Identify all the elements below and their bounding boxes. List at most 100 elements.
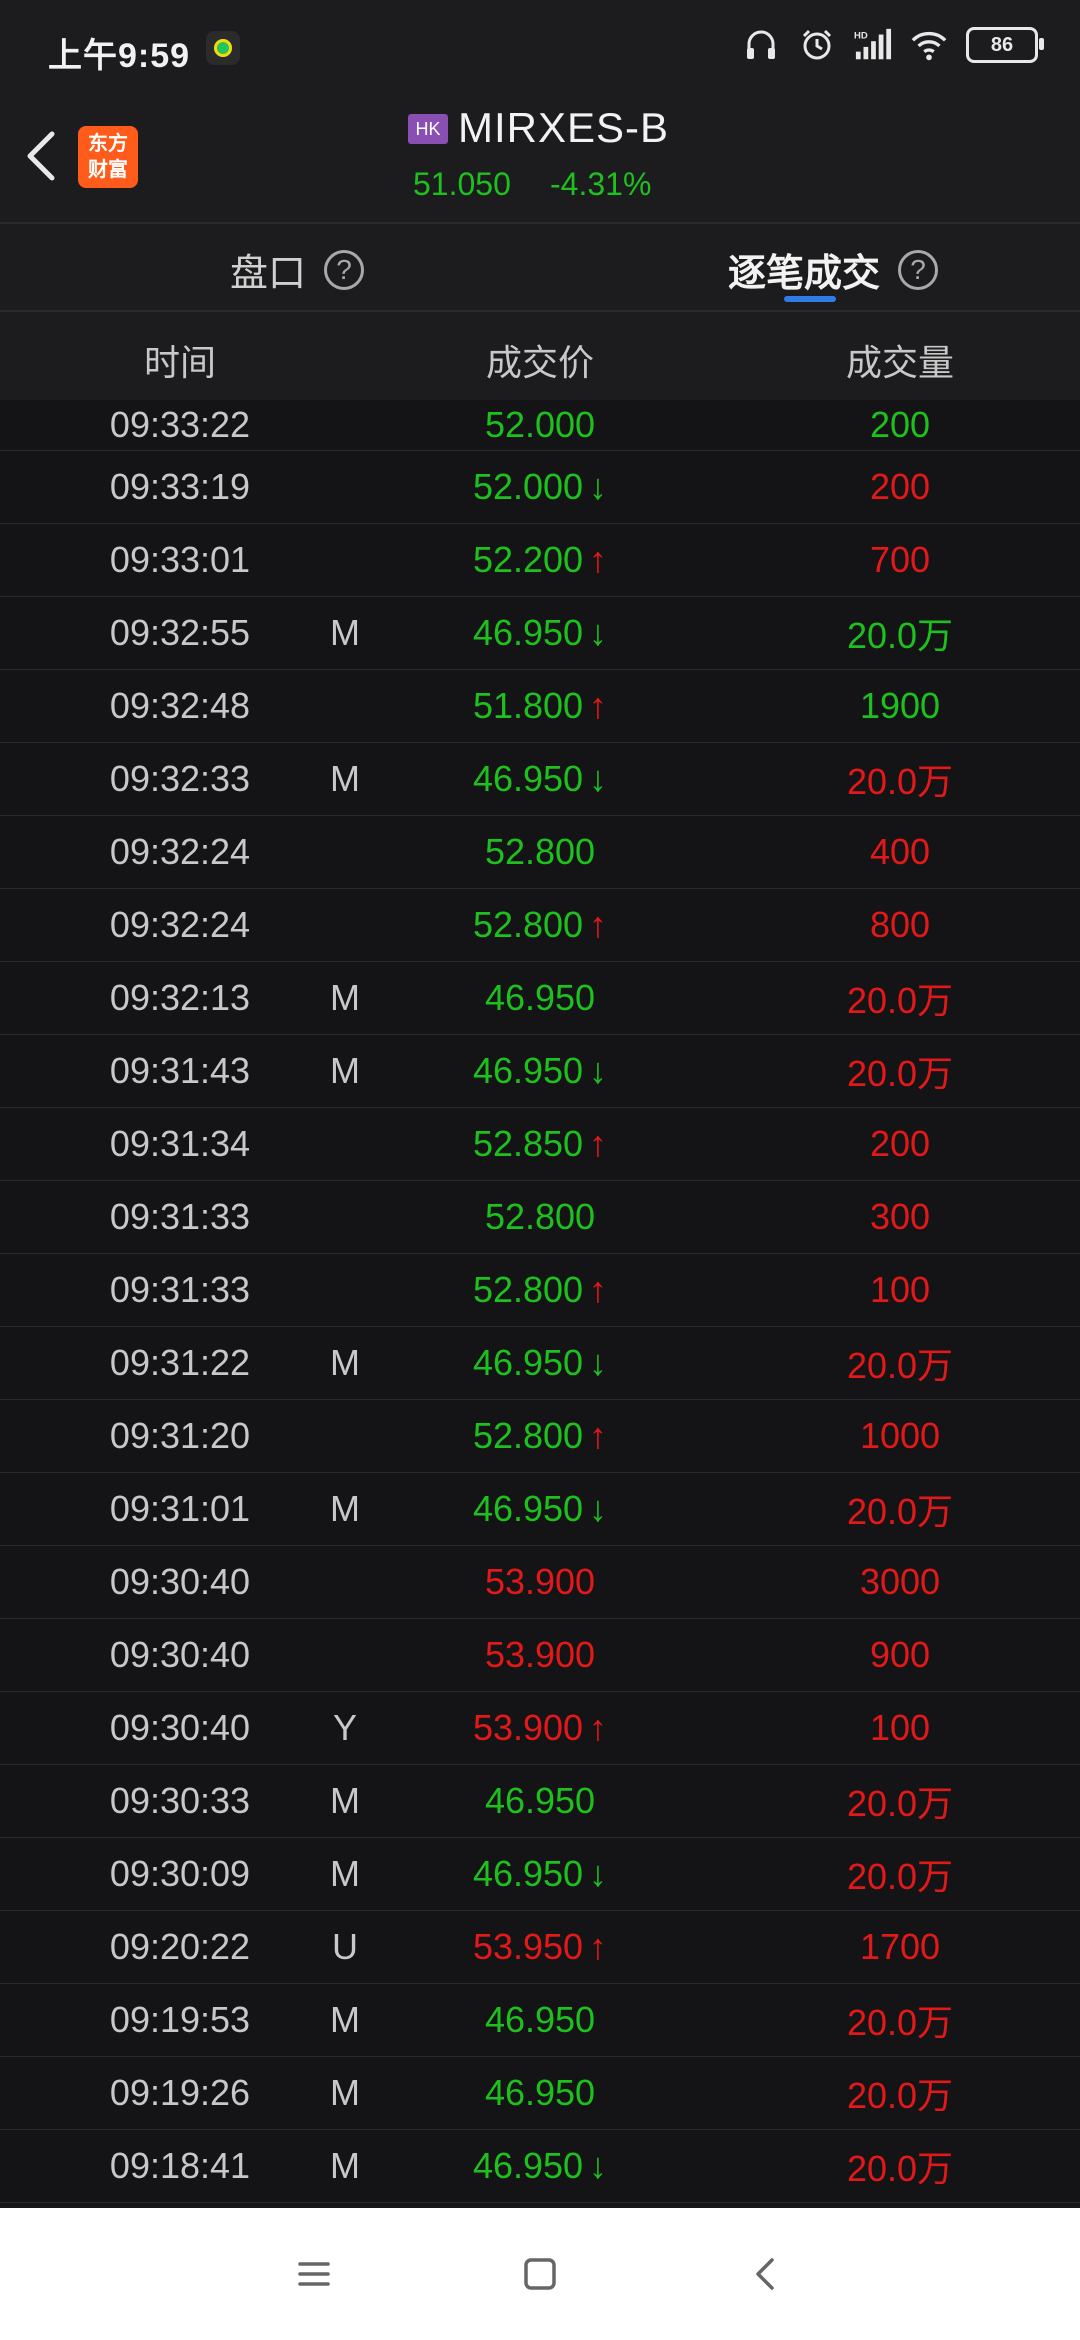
trade-row[interactable]: 09:30:09 M 46.950 ↓ 20.0万 bbox=[0, 1838, 1080, 1911]
column-header-volume: 成交量 bbox=[845, 342, 954, 383]
screen: 上午9:59 HD 86 东方 财富 HK MIRXES-B 51.050 -4… bbox=[0, 0, 1080, 2340]
trade-row[interactable]: 09:32:24 52.800 400 bbox=[0, 816, 1080, 889]
trade-flag bbox=[310, 1546, 380, 1618]
chevron-left-icon bbox=[27, 131, 55, 181]
trade-price: 46.950 bbox=[484, 977, 596, 1018]
trade-price-cell: 52.800 ↑ bbox=[390, 1254, 690, 1326]
trade-row[interactable]: 09:31:20 52.800 ↑ 1000 bbox=[0, 1400, 1080, 1473]
logo-line-2: 财富 bbox=[88, 159, 128, 181]
trade-price: 52.800 bbox=[484, 1196, 596, 1237]
trade-volume: 20.0万 bbox=[846, 980, 954, 1021]
logo-line-1: 东方 bbox=[88, 133, 128, 155]
trade-price-cell: 46.950 ↓ bbox=[390, 2130, 690, 2202]
trade-price-cell: 52.200 ↑ bbox=[390, 524, 690, 596]
trade-price-cell: 46.950 ↓ bbox=[390, 1035, 690, 1107]
trade-price-cell: 46.950 ↓ bbox=[390, 1327, 690, 1399]
trade-row[interactable]: 09:31:22 M 46.950 ↓ 20.0万 bbox=[0, 1327, 1080, 1400]
trade-row[interactable]: 09:30:40 53.900 3000 bbox=[0, 1546, 1080, 1619]
trade-row[interactable]: 09:32:55 M 46.950 ↓ 20.0万 bbox=[0, 597, 1080, 670]
trade-list[interactable]: 09:33:22 52.000 200 09:33:19 52.000 ↓ 200 09:33… bbox=[0, 400, 1080, 2208]
trade-volume: 200 bbox=[869, 466, 931, 507]
arrow-up-icon: ↑ bbox=[589, 685, 608, 726]
trade-time: 09:19:26 bbox=[109, 2072, 251, 2113]
trade-time: 09:31:43 bbox=[109, 1050, 251, 1091]
trade-price-cell: 46.950 ↓ bbox=[390, 1838, 690, 1910]
trade-row[interactable]: 09:33:19 52.000 ↓ 200 bbox=[0, 451, 1080, 524]
help-icon[interactable]: ? bbox=[898, 249, 939, 290]
trade-time: 09:30:33 bbox=[109, 1780, 251, 1821]
market-badge: HK bbox=[408, 114, 448, 144]
help-icon[interactable]: ? bbox=[324, 249, 365, 290]
trade-volume: 700 bbox=[869, 539, 931, 580]
trade-volume: 20.0万 bbox=[846, 615, 954, 656]
trade-volume: 20.0万 bbox=[846, 1491, 954, 1532]
trade-row[interactable]: 09:31:33 52.800 300 bbox=[0, 1181, 1080, 1254]
battery-icon: 86 bbox=[966, 27, 1044, 63]
trade-price: 53.900 bbox=[472, 1707, 584, 1748]
trade-row[interactable]: 09:30:40 53.900 900 bbox=[0, 1619, 1080, 1692]
trade-flag: U bbox=[332, 1926, 358, 1967]
arrow-up-icon: ↑ bbox=[589, 1269, 608, 1310]
tab-tick-trades[interactable]: 逐笔成交 ? bbox=[728, 242, 939, 297]
trade-flag bbox=[310, 524, 380, 596]
trade-flag bbox=[310, 816, 380, 888]
trade-row[interactable]: 09:33:01 52.200 ↑ 700 bbox=[0, 524, 1080, 597]
trade-row[interactable]: 09:31:34 52.850 ↑ 200 bbox=[0, 1108, 1080, 1181]
trade-price-cell: 52.800 bbox=[390, 816, 690, 888]
trade-row[interactable]: 09:32:24 52.800 ↑ 800 bbox=[0, 889, 1080, 962]
stock-title: MIRXES-B bbox=[458, 104, 670, 151]
trade-flag: M bbox=[330, 758, 360, 799]
trade-row[interactable]: 09:20:22 U 53.950 ↑ 1700 bbox=[0, 1911, 1080, 1984]
trade-row[interactable]: 09:30:33 M 46.950 20.0万 bbox=[0, 1765, 1080, 1838]
trade-flag: M bbox=[330, 1342, 360, 1383]
trade-volume: 1900 bbox=[859, 685, 941, 726]
trade-price: 46.950 bbox=[472, 1853, 584, 1894]
trade-row[interactable]: 09:32:13 M 46.950 20.0万 bbox=[0, 962, 1080, 1035]
arrow-down-icon: ↓ bbox=[589, 758, 608, 799]
battery-level: 86 bbox=[990, 33, 1014, 56]
trade-volume: 100 bbox=[869, 1269, 931, 1310]
column-header-price: 成交价 bbox=[485, 342, 594, 383]
trade-flag: M bbox=[330, 2145, 360, 2186]
trade-time: 09:32:48 bbox=[109, 685, 251, 726]
trade-volume: 20.0万 bbox=[846, 1783, 954, 1824]
trade-row[interactable]: 09:19:53 M 46.950 20.0万 bbox=[0, 1984, 1080, 2057]
trade-price-cell: 46.950 bbox=[390, 1765, 690, 1837]
trade-row[interactable]: 09:18:41 M 46.950 ↓ 20.0万 bbox=[0, 2130, 1080, 2203]
trade-volume: 20.0万 bbox=[846, 2075, 954, 2116]
back-icon[interactable] bbox=[740, 2248, 792, 2300]
trade-time: 09:31:22 bbox=[109, 1342, 251, 1383]
trade-row[interactable]: 09:19:26 M 46.950 20.0万 bbox=[0, 2057, 1080, 2130]
trade-row[interactable]: 09:31:01 M 46.950 ↓ 20.0万 bbox=[0, 1473, 1080, 1546]
trade-price-cell: 52.000 ↓ bbox=[390, 451, 690, 523]
trade-flag bbox=[310, 1400, 380, 1472]
arrow-up-icon: ↑ bbox=[589, 1123, 608, 1164]
trade-price: 46.950 bbox=[472, 1050, 584, 1091]
trade-time: 09:31:33 bbox=[109, 1196, 251, 1237]
trade-price: 52.800 bbox=[472, 1269, 584, 1310]
home-icon[interactable] bbox=[514, 2248, 566, 2300]
trade-row[interactable]: 09:30:40 Y 53.900 ↑ 100 bbox=[0, 1692, 1080, 1765]
trade-time: 09:32:13 bbox=[109, 977, 251, 1018]
trade-flag: Y bbox=[332, 1707, 357, 1748]
trade-row[interactable]: 09:32:48 51.800 ↑ 1900 bbox=[0, 670, 1080, 743]
trade-volume: 20.0万 bbox=[846, 2148, 954, 2189]
arrow-down-icon: ↓ bbox=[589, 1050, 608, 1091]
trade-row[interactable]: 09:31:33 52.800 ↑ 100 bbox=[0, 1254, 1080, 1327]
tab-order-book[interactable]: 盘口 ? bbox=[230, 242, 365, 297]
trade-volume: 100 bbox=[869, 1707, 931, 1748]
trade-row[interactable]: 09:31:43 M 46.950 ↓ 20.0万 bbox=[0, 1035, 1080, 1108]
app-logo[interactable]: 东方 财富 bbox=[78, 126, 138, 188]
back-button[interactable] bbox=[20, 126, 60, 186]
trade-row[interactable]: 09:32:33 M 46.950 ↓ 20.0万 bbox=[0, 743, 1080, 816]
menu-icon[interactable] bbox=[288, 2248, 340, 2300]
trade-price-cell: 46.950 bbox=[390, 2057, 690, 2129]
wifi-icon bbox=[910, 26, 948, 64]
trade-price: 51.800 bbox=[472, 685, 584, 726]
trade-price: 46.950 bbox=[472, 612, 584, 653]
stock-change-pct: -4.31% bbox=[550, 166, 652, 202]
trade-row[interactable]: 09:33:22 52.000 200 bbox=[0, 400, 1080, 451]
trade-price: 52.000 bbox=[484, 404, 596, 445]
status-bar: 上午9:59 HD 86 bbox=[0, 0, 1080, 96]
trade-price-cell: 52.800 ↑ bbox=[390, 889, 690, 961]
